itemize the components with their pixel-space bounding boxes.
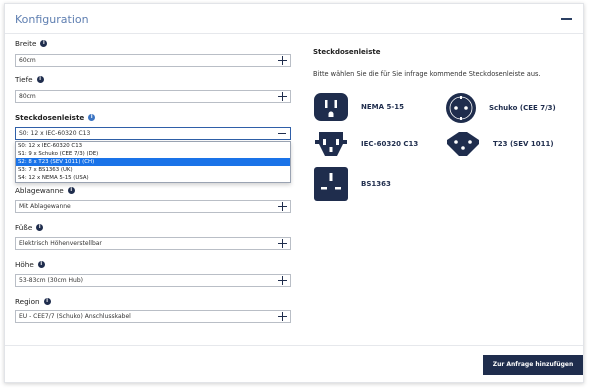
expand-plus-icon[interactable]	[278, 276, 287, 285]
nema-socket-icon	[314, 93, 348, 121]
t23-socket-icon	[447, 132, 479, 156]
region-label-text: Region	[15, 297, 40, 306]
steckdosenleiste-select[interactable]: S0: 12 x IEC-60320 C13	[15, 127, 291, 140]
steckdosenleiste-dropdown: S0: 12 x IEC-60320 C13 S1: 9 x Schuko (C…	[15, 141, 291, 183]
configuration-panel: Konfiguration Breite i 60cm Tiefe i 80cm…	[4, 3, 584, 383]
dropdown-option[interactable]: S3: 7 x BS1363 (UK)	[16, 166, 290, 174]
socket-t23: T23 (SEV 1011)	[445, 130, 554, 158]
expand-plus-icon[interactable]	[278, 239, 287, 248]
hoehe-label: Höhe i	[15, 260, 45, 269]
panel-header[interactable]: Konfiguration	[5, 4, 583, 34]
fuesse-value: Elektrisch Höhenverstellbar	[19, 240, 102, 247]
socket-info-title: Steckdosenleiste	[313, 48, 381, 56]
hoehe-field[interactable]: 53-83cm (30cm Hub)	[15, 274, 291, 287]
bs1363-socket-icon	[314, 167, 348, 201]
info-icon[interactable]: i	[88, 114, 96, 121]
ablagewanne-value: Mit Ablagewanne	[19, 203, 71, 210]
socket-iec: IEC-60320 C13	[313, 130, 418, 158]
region-value: EU - CEE7/7 (Schuko) Anschlusskabel	[19, 313, 131, 320]
socket-info-text: Bitte wählen Sie die für Sie infrage kom…	[313, 70, 541, 78]
socket-schuko: Schuko (CEE 7/3)	[445, 92, 556, 124]
ablagewanne-label-text: Ablagewanne	[15, 186, 64, 195]
expand-plus-icon[interactable]	[278, 92, 287, 101]
footer-divider	[5, 345, 583, 346]
region-field[interactable]: EU - CEE7/7 (Schuko) Anschlusskabel	[15, 310, 291, 323]
steckdosenleiste-label: Steckdosenleiste i	[15, 113, 96, 122]
socket-label: Schuko (CEE 7/3)	[489, 104, 556, 112]
fuesse-label: Füße i	[15, 223, 44, 232]
tiefe-field[interactable]: 80cm	[15, 90, 291, 103]
ablagewanne-label: Ablagewanne i	[15, 186, 75, 195]
socket-label: NEMA 5-15	[361, 103, 404, 111]
breite-field[interactable]: 60cm	[15, 54, 291, 67]
expand-plus-icon[interactable]	[278, 56, 287, 65]
panel-title: Konfiguration	[15, 13, 89, 26]
steckdosenleiste-label-text: Steckdosenleiste	[15, 113, 85, 122]
info-icon[interactable]: i	[67, 187, 75, 194]
info-icon[interactable]: i	[36, 76, 44, 83]
ablagewanne-field[interactable]: Mit Ablagewanne	[15, 200, 291, 213]
socket-label: BS1363	[361, 180, 391, 188]
region-label: Region i	[15, 297, 51, 306]
expand-plus-icon[interactable]	[278, 312, 287, 321]
fuesse-field[interactable]: Elektrisch Höhenverstellbar	[15, 237, 291, 250]
breite-label: Breite i	[15, 39, 48, 48]
hoehe-value: 53-83cm (30cm Hub)	[19, 277, 83, 284]
fuesse-label-text: Füße	[15, 223, 33, 232]
tiefe-label-text: Tiefe	[15, 75, 33, 84]
dropdown-option[interactable]: S1: 9 x Schuko (CEE 7/3) (DE)	[16, 150, 290, 158]
collapse-minus-icon[interactable]	[278, 133, 286, 135]
dropdown-option-highlighted[interactable]: S2: 8 x T23 (SEV 1011) (CH)	[16, 158, 290, 166]
expand-plus-icon[interactable]	[278, 202, 287, 211]
socket-label: IEC-60320 C13	[361, 140, 419, 148]
steckdosenleiste-value: S0: 12 x IEC-60320 C13	[19, 130, 91, 137]
socket-label: T23 (SEV 1011)	[493, 140, 554, 148]
hoehe-label-text: Höhe	[15, 260, 34, 269]
info-icon[interactable]: i	[36, 224, 44, 231]
schuko-socket-icon	[446, 93, 476, 123]
breite-label-text: Breite	[15, 39, 37, 48]
breite-value: 60cm	[19, 57, 36, 64]
iec-socket-icon	[315, 132, 347, 156]
socket-nema: NEMA 5-15	[313, 92, 404, 122]
dropdown-option[interactable]: S4: 12 x NEMA 5-15 (USA)	[16, 174, 290, 182]
tiefe-label: Tiefe i	[15, 75, 44, 84]
info-icon[interactable]: i	[40, 40, 48, 47]
dropdown-option[interactable]: S0: 12 x IEC-60320 C13	[16, 142, 290, 150]
info-icon[interactable]: i	[37, 261, 45, 268]
add-to-request-button[interactable]: Zur Anfrage hinzufügen	[483, 355, 583, 375]
collapse-icon[interactable]	[561, 18, 572, 20]
tiefe-value: 80cm	[19, 93, 36, 100]
socket-bs1363: BS1363	[313, 166, 391, 202]
info-icon[interactable]: i	[43, 298, 51, 305]
